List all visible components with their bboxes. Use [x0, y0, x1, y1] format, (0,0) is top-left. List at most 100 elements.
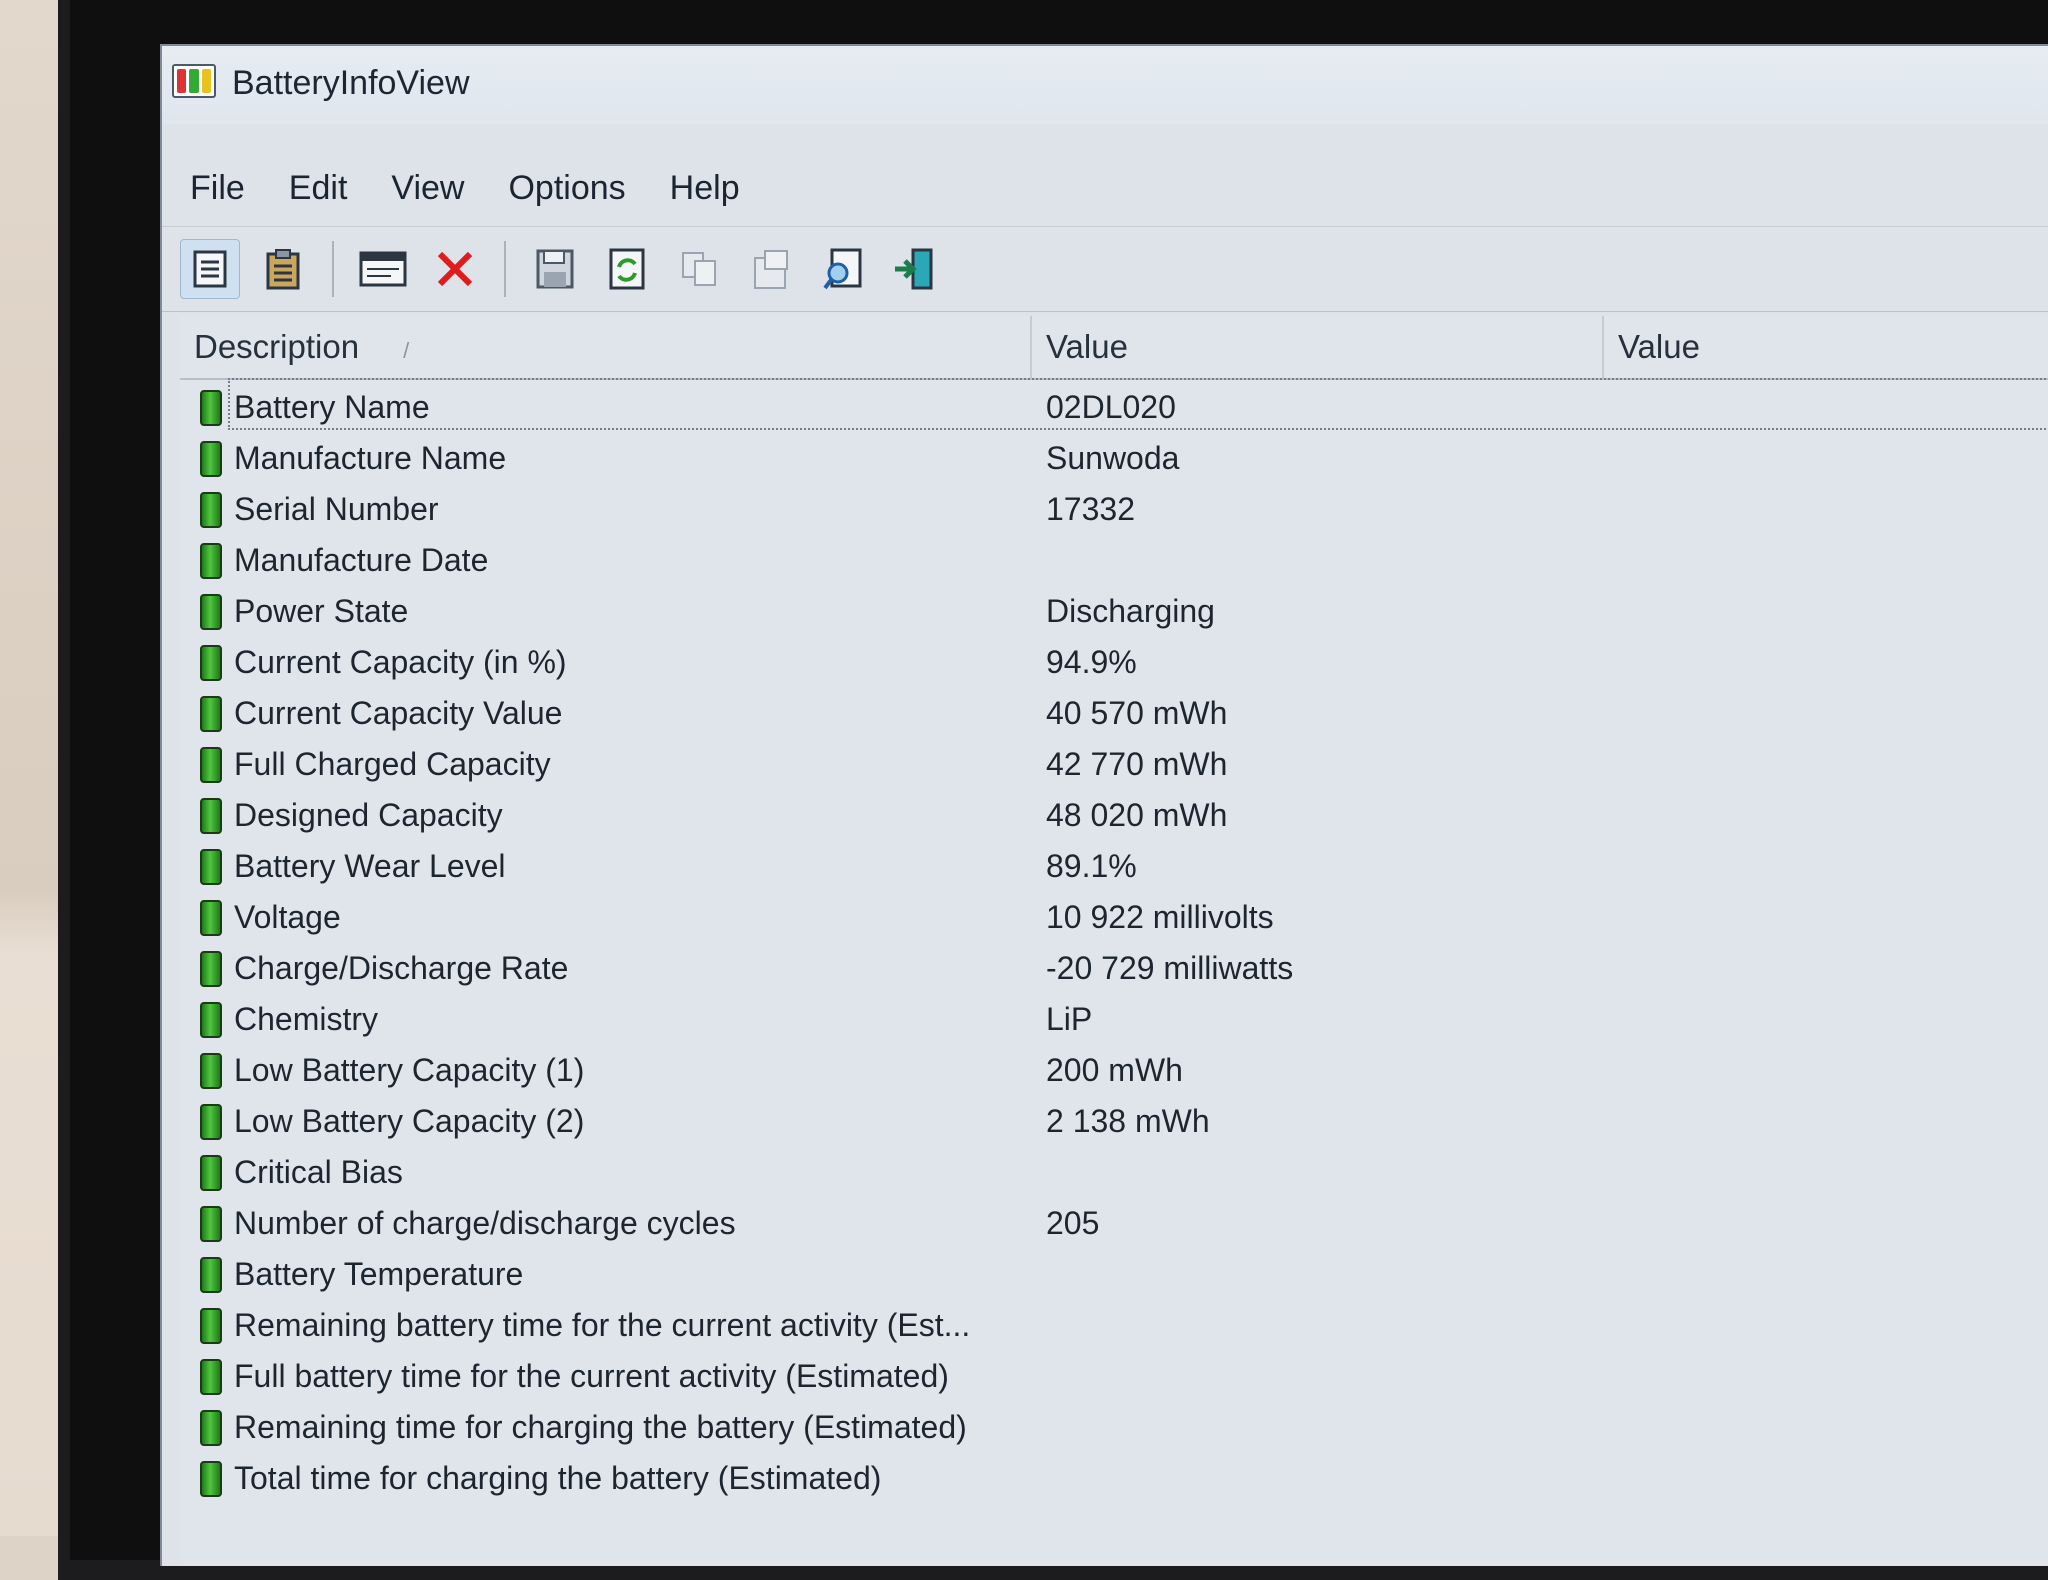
- battery-icon: [200, 747, 222, 783]
- column-header-value[interactable]: Value: [1032, 316, 1604, 378]
- list-item[interactable]: Charge/Discharge Rate -20 729 milliwatts: [180, 943, 2048, 994]
- list-item[interactable]: Current Capacity Value 40 570 mWh: [180, 688, 2048, 739]
- item-value: 200 mWh: [1046, 1052, 1183, 1088]
- item-value: Sunwoda: [1046, 440, 1180, 476]
- item-value: 2 138 mWh: [1046, 1103, 1210, 1139]
- item-value: 89.1%: [1046, 848, 1137, 884]
- item-description: Low Battery Capacity (1): [234, 1052, 585, 1088]
- battery-app-icon: [172, 64, 216, 98]
- battery-icon: [200, 1461, 222, 1497]
- item-value: 02DL020: [1046, 389, 1176, 425]
- menu-options[interactable]: Options: [508, 158, 625, 218]
- list-header: Description / Value Value: [180, 316, 2048, 380]
- item-description: Manufacture Date: [234, 542, 489, 578]
- show-pane-button[interactable]: [180, 239, 240, 299]
- toolbar-separator: [504, 241, 506, 297]
- html-report-button[interactable]: [354, 240, 412, 298]
- item-value: LiP: [1046, 1001, 1093, 1037]
- battery-icon: [200, 1410, 222, 1446]
- item-description: Voltage: [234, 899, 341, 935]
- log-pane-icon: [266, 249, 300, 290]
- item-description: Chemistry: [234, 1001, 379, 1037]
- delete-button[interactable]: [426, 240, 484, 298]
- list-item[interactable]: Battery Temperature: [180, 1249, 2048, 1300]
- item-description: Current Capacity Value: [234, 695, 563, 731]
- list-item[interactable]: Remaining time for charging the battery …: [180, 1402, 2048, 1453]
- list-item[interactable]: Serial Number 17332: [180, 484, 2048, 535]
- list-item[interactable]: Full battery time for the current activi…: [180, 1351, 2048, 1402]
- list-item[interactable]: Manufacture Date: [180, 535, 2048, 586]
- column-header-description[interactable]: Description /: [180, 316, 1032, 378]
- title-bar[interactable]: BatteryInfoView: [162, 46, 2048, 124]
- battery-icon: [200, 1104, 222, 1140]
- refresh-button[interactable]: [598, 240, 656, 298]
- delete-icon: [437, 251, 473, 287]
- show-pane-icon: [193, 250, 227, 288]
- menu-help[interactable]: Help: [670, 158, 740, 218]
- copy-button[interactable]: [670, 240, 728, 298]
- app-window: BatteryInfoView File Edit View Options H…: [160, 44, 2048, 1566]
- list-item[interactable]: Total time for charging the battery (Est…: [180, 1453, 2048, 1504]
- item-value: 48 020 mWh: [1046, 797, 1228, 833]
- column-header-value-2[interactable]: Value: [1604, 316, 2048, 378]
- battery-icon: [200, 696, 222, 732]
- battery-icon: [200, 1206, 222, 1242]
- item-description: Total time for charging the battery (Est…: [234, 1460, 882, 1496]
- find-button[interactable]: [814, 240, 872, 298]
- list-item[interactable]: Voltage 10 922 millivolts: [180, 892, 2048, 943]
- log-pane-button[interactable]: [254, 240, 312, 298]
- item-value: 10 922 millivolts: [1046, 899, 1274, 935]
- battery-icon: [200, 798, 222, 834]
- list-item[interactable]: Battery Name 02DL020: [180, 378, 2048, 433]
- battery-icon: [200, 900, 222, 936]
- battery-icon: [200, 645, 222, 681]
- item-description: Remaining time for charging the battery …: [234, 1409, 967, 1445]
- item-description: Critical Bias: [234, 1154, 403, 1190]
- window-title: BatteryInfoView: [232, 64, 470, 102]
- list-item[interactable]: Current Capacity (in %) 94.9%: [180, 637, 2048, 688]
- item-value: 205: [1046, 1205, 1100, 1241]
- list-item[interactable]: Number of charge/discharge cycles 205: [180, 1198, 2048, 1249]
- menu-edit[interactable]: Edit: [289, 158, 348, 218]
- list-item[interactable]: Manufacture Name Sunwoda: [180, 433, 2048, 484]
- item-description: Low Battery Capacity (2): [234, 1103, 585, 1139]
- item-description: Battery Temperature: [234, 1256, 524, 1292]
- list-item[interactable]: Low Battery Capacity (1) 200 mWh: [180, 1045, 2048, 1096]
- item-value: -20 729 milliwatts: [1046, 950, 1294, 986]
- item-value: 40 570 mWh: [1046, 695, 1228, 731]
- list-item[interactable]: Critical Bias: [180, 1147, 2048, 1198]
- list-item[interactable]: Power State Discharging: [180, 586, 2048, 637]
- list-item[interactable]: Remaining battery time for the current a…: [180, 1300, 2048, 1351]
- item-description: Power State: [234, 593, 409, 629]
- item-value: 94.9%: [1046, 644, 1137, 680]
- list-item[interactable]: Battery Wear Level 89.1%: [180, 841, 2048, 892]
- battery-icon: [200, 594, 222, 630]
- item-description: Full battery time for the current activi…: [234, 1358, 949, 1394]
- exit-button[interactable]: [886, 240, 944, 298]
- list-body: Battery Name 02DL020 Manufacture Name Sunwo…: [180, 378, 2048, 1504]
- save-button[interactable]: [526, 240, 584, 298]
- item-description: Remaining battery time for the current a…: [234, 1307, 971, 1343]
- battery-icon: [200, 543, 222, 579]
- list-item[interactable]: Chemistry LiP: [180, 994, 2048, 1045]
- copy-icon: [682, 252, 716, 286]
- item-description: Current Capacity (in %): [234, 644, 567, 680]
- battery-info-list[interactable]: Description / Value Value Battery Name 02D…: [180, 316, 2048, 1566]
- battery-icon: [200, 1359, 222, 1395]
- list-item[interactable]: Full Charged Capacity 42 770 mWh: [180, 739, 2048, 790]
- item-value: 17332: [1046, 491, 1135, 527]
- battery-icon: [200, 849, 222, 885]
- list-item[interactable]: Low Battery Capacity (2) 2 138 mWh: [180, 1096, 2048, 1147]
- menu-file[interactable]: File: [190, 158, 245, 218]
- menu-bar: File Edit View Options Help: [162, 158, 2048, 218]
- item-description: Battery Wear Level: [234, 848, 506, 884]
- properties-icon: [754, 250, 788, 289]
- battery-icon: [200, 1002, 222, 1038]
- menu-view[interactable]: View: [391, 158, 464, 218]
- battery-icon: [200, 951, 222, 987]
- properties-button[interactable]: [742, 240, 800, 298]
- battery-icon: [200, 1155, 222, 1191]
- refresh-icon: [609, 248, 645, 290]
- list-item[interactable]: Designed Capacity 48 020 mWh: [180, 790, 2048, 841]
- save-icon: [536, 249, 574, 289]
